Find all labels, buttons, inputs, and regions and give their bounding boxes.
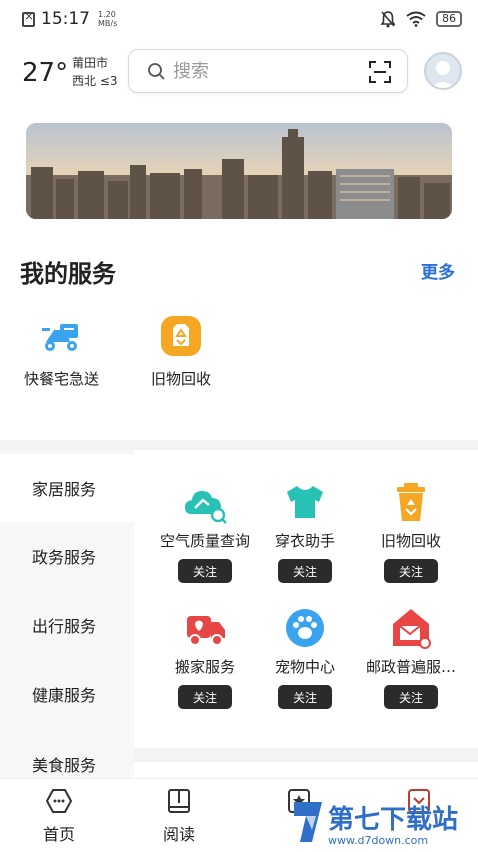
home-chat-icon <box>45 789 73 813</box>
wifi-icon <box>406 11 426 27</box>
follow-button[interactable]: 关注 <box>178 559 232 583</box>
header: 27° 莆田市 西北 ≤3 <box>0 46 478 98</box>
section-title-my-services: 我的服务 <box>20 260 116 288</box>
status-bar: 15:17 1.20 MB/s 86 <box>0 0 478 38</box>
wind-info: 西北 ≤3 <box>72 74 118 88</box>
tab-label: 阅读 <box>162 825 195 844</box>
service-grid: 空气质量查询 关注 穿衣助手 关注 旧物回收 关注 搬家服务 关注 宠物中心 关… <box>134 450 478 748</box>
service-name: 旧物回收 <box>380 532 441 550</box>
tshirt-icon <box>287 486 323 518</box>
follow-button[interactable]: 关注 <box>384 559 438 583</box>
recycle-badge-icon <box>161 316 201 356</box>
watermark-text: 第七下载站 <box>328 804 458 835</box>
service-label: 快餐宅急送 <box>24 370 100 388</box>
service-moving[interactable]: 搬家服务 关注 <box>148 606 262 709</box>
category-government[interactable]: 政务服务 <box>0 522 134 590</box>
tab-home[interactable]: 首页 <box>24 787 94 845</box>
service-pet-center[interactable]: 宠物中心 关注 <box>248 606 362 709</box>
category-sidebar: 家居服务 政务服务 出行服务 健康服务 美食服务 <box>0 450 134 780</box>
more-link[interactable]: 更多 <box>421 258 455 283</box>
service-name: 邮政普遍服… <box>365 658 456 676</box>
air-quality-cloud-icon <box>185 491 227 524</box>
temperature: 27° <box>22 58 69 88</box>
city-skyline-image <box>26 123 452 219</box>
follow-button[interactable]: 关注 <box>384 685 438 709</box>
search-icon <box>148 63 165 80</box>
follow-button[interactable]: 关注 <box>178 685 232 709</box>
search-bar[interactable] <box>128 49 408 93</box>
sim-icon <box>22 9 35 27</box>
city-name: 莆田市 <box>72 56 109 70</box>
service-clothing[interactable]: 穿衣助手 关注 <box>248 480 362 583</box>
service-air-quality[interactable]: 空气质量查询 关注 <box>148 480 262 583</box>
service-name: 空气质量查询 <box>159 532 250 550</box>
scan-icon[interactable] <box>369 61 391 83</box>
tab-label: 首页 <box>42 825 75 844</box>
service-label: 旧物回收 <box>151 370 212 388</box>
weather-location[interactable]: 莆田市 西北 ≤3 <box>72 54 118 90</box>
post-mail-icon <box>393 609 431 649</box>
network-speed: 1.20 MB/s <box>98 10 118 28</box>
follow-button[interactable]: 关注 <box>278 559 332 583</box>
category-travel[interactable]: 出行服务 <box>0 591 134 659</box>
section-divider <box>0 440 478 450</box>
follow-button[interactable]: 关注 <box>278 685 332 709</box>
category-home[interactable]: 家居服务 <box>0 454 134 522</box>
service-recycle[interactable]: 旧物回收 <box>151 314 211 389</box>
paw-icon <box>286 609 324 647</box>
service-name: 宠物中心 <box>274 658 335 676</box>
category-health[interactable]: 健康服务 <box>0 660 134 728</box>
avatar[interactable] <box>424 52 462 90</box>
tab-reading[interactable]: 阅读 <box>144 787 214 845</box>
mute-bell-icon <box>380 11 396 28</box>
grid-bottom-gap <box>134 748 478 762</box>
service-recycle-bin[interactable]: 旧物回收 关注 <box>354 480 468 583</box>
service-name: 穿衣助手 <box>274 532 335 550</box>
service-postal[interactable]: 邮政普遍服… 关注 <box>354 606 468 709</box>
delivery-scooter-icon <box>41 324 78 351</box>
watermark-url: www.d7down.com <box>328 834 428 847</box>
search-input[interactable] <box>173 60 363 82</box>
recycle-bin-icon <box>397 483 425 521</box>
user-icon <box>430 61 456 88</box>
city-banner[interactable] <box>26 123 452 219</box>
moving-truck-icon <box>187 616 225 646</box>
service-name: 搬家服务 <box>174 658 235 676</box>
service-delivery[interactable]: 快餐宅急送 <box>24 314 99 389</box>
battery-indicator: 86 <box>436 11 462 27</box>
book-icon <box>168 789 190 813</box>
watermark-logo-icon: 第七下载站 www.d7down.com <box>294 802 458 847</box>
status-time: 15:17 <box>41 9 90 29</box>
site-watermark: 第七下载站 www.d7down.com <box>288 796 474 848</box>
